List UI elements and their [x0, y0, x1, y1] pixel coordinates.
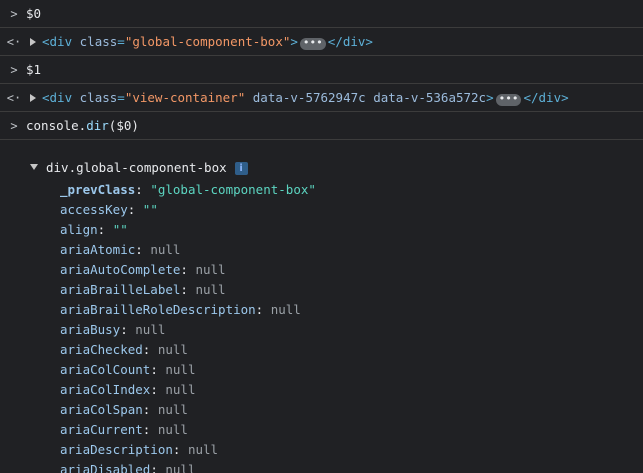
console-result-row[interactable]: <· <div class="global-component-box"> •••…: [0, 28, 643, 56]
property-separator: :: [180, 282, 196, 297]
object-header-label: div.global-component-box: [46, 160, 227, 175]
console-result-row[interactable]: <· <div class="view-container" data-v-57…: [0, 84, 643, 112]
property-row[interactable]: ariaDisabled: null: [60, 460, 316, 473]
property-key: ariaColIndex: [60, 382, 151, 397]
property-separator: :: [172, 442, 188, 457]
expand-triangle-icon[interactable]: [30, 38, 36, 46]
property-row[interactable]: _prevClass: "global-component-box": [60, 180, 316, 200]
property-value: null: [195, 282, 226, 297]
property-key: ariaAtomic: [60, 242, 136, 257]
property-separator: :: [150, 382, 166, 397]
property-key: accessKey: [60, 202, 128, 217]
property-value: null: [270, 302, 301, 317]
info-icon[interactable]: i: [234, 162, 248, 175]
property-value: "global-component-box": [150, 182, 316, 197]
property-separator: :: [142, 422, 158, 437]
property-row[interactable]: ariaBrailleRoleDescription: null: [60, 300, 316, 320]
property-key: ariaColCount: [60, 362, 151, 377]
property-separator: :: [142, 342, 158, 357]
property-row[interactable]: ariaColIndex: null: [60, 380, 316, 400]
property-key: ariaBrailleLabel: [60, 282, 181, 297]
expand-triangle-icon[interactable]: [30, 94, 36, 102]
property-key: _prevClass: [60, 182, 136, 197]
object-header[interactable]: div.global-component-box i: [30, 158, 248, 178]
console-input-text: $0: [26, 6, 42, 21]
property-row[interactable]: ariaDescription: null: [60, 440, 316, 460]
closing-tag: </div>: [523, 90, 569, 105]
property-row[interactable]: ariaBrailleLabel: null: [60, 280, 316, 300]
property-row[interactable]: ariaAtomic: null: [60, 240, 316, 260]
element-node[interactable]: <div class="global-component-box"> ••• </d…: [30, 28, 373, 56]
console-input-row[interactable]: > console.dir($0): [0, 112, 643, 140]
property-key: ariaBrailleRoleDescription: [60, 302, 256, 317]
property-key: ariaDescription: [60, 442, 173, 457]
console-input-row[interactable]: > $1: [0, 56, 643, 84]
tag-name: div: [49, 90, 73, 105]
property-separator: :: [150, 362, 166, 377]
property-separator: :: [180, 262, 196, 277]
property-value: null: [135, 322, 166, 337]
property-separator: :: [150, 462, 166, 473]
property-key: align: [60, 222, 98, 237]
property-separator: :: [135, 182, 151, 197]
console-input-row[interactable]: > $0: [0, 0, 643, 28]
property-value: null: [165, 462, 196, 473]
property-value: null: [187, 442, 219, 457]
property-list: _prevClass: "global-component-box" access…: [60, 180, 316, 473]
property-row[interactable]: ariaColCount: null: [60, 360, 316, 380]
attr-value: "global-component-box": [124, 34, 291, 49]
property-value: null: [195, 262, 226, 277]
input-prompt-icon: >: [10, 63, 18, 77]
collapse-triangle-icon[interactable]: [30, 164, 38, 170]
property-row[interactable]: align: "": [60, 220, 316, 240]
attr-name-extra: data-v-536a572c: [373, 90, 487, 105]
console-input-text: $1: [26, 62, 42, 77]
property-key: ariaColSpan: [60, 402, 143, 417]
property-value: null: [157, 342, 188, 357]
console-input-text: console.dir($0): [26, 118, 139, 133]
input-prompt-icon: >: [10, 7, 18, 21]
input-prompt-icon: >: [10, 119, 18, 133]
attr-value: "view-container": [124, 90, 246, 105]
property-value: null: [157, 402, 188, 417]
property-row[interactable]: ariaColSpan: null: [60, 400, 316, 420]
collapsed-ellipsis-icon[interactable]: •••: [299, 37, 326, 50]
property-value: null: [165, 382, 196, 397]
element-node[interactable]: <div class="view-container" data-v-57629…: [30, 84, 569, 112]
property-row[interactable]: ariaBusy: null: [60, 320, 316, 340]
property-value: "": [142, 202, 158, 217]
property-value: null: [150, 242, 181, 257]
property-value: null: [157, 422, 188, 437]
tag-name: div: [49, 34, 73, 49]
property-key: ariaChecked: [60, 342, 143, 357]
collapsed-ellipsis-icon[interactable]: •••: [495, 93, 522, 106]
property-row[interactable]: ariaCurrent: null: [60, 420, 316, 440]
property-row[interactable]: ariaChecked: null: [60, 340, 316, 360]
property-key: ariaAutoComplete: [60, 262, 181, 277]
property-key: ariaBusy: [60, 322, 121, 337]
attr-name: class: [79, 34, 118, 49]
property-separator: :: [97, 222, 113, 237]
property-separator: :: [127, 202, 143, 217]
property-row[interactable]: accessKey: "": [60, 200, 316, 220]
property-separator: :: [120, 322, 136, 337]
attr-name: class: [79, 90, 118, 105]
property-key: ariaDisabled: [60, 462, 151, 473]
attr-name-extra: data-v-5762947c: [252, 90, 366, 105]
property-separator: :: [255, 302, 271, 317]
closing-tag: </div>: [327, 34, 373, 49]
result-prompt-icon: <·: [6, 35, 22, 49]
result-prompt-icon: <·: [6, 91, 22, 105]
property-row[interactable]: ariaAutoComplete: null: [60, 260, 316, 280]
property-value: null: [165, 362, 196, 377]
property-separator: :: [135, 242, 151, 257]
property-key: ariaCurrent: [60, 422, 143, 437]
property-separator: :: [142, 402, 158, 417]
property-value: "": [112, 222, 128, 237]
devtools-console: > $0 <· <div class="global-component-box…: [0, 0, 643, 473]
